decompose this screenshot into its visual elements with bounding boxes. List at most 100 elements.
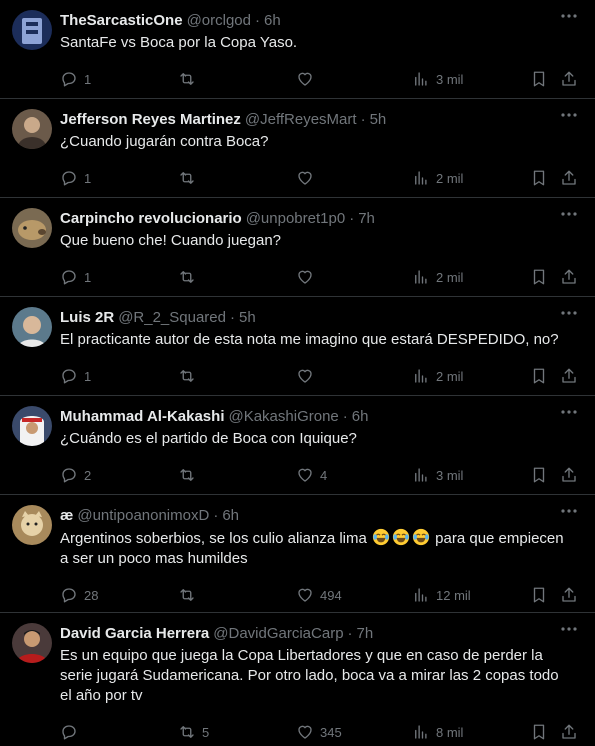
display-name[interactable]: Luis 2R xyxy=(60,309,114,326)
avatar[interactable] xyxy=(12,505,52,545)
more-icon[interactable] xyxy=(561,311,577,315)
retweet-button[interactable] xyxy=(178,367,202,385)
share-icon xyxy=(562,368,576,383)
more-icon[interactable] xyxy=(561,410,577,414)
display-name[interactable]: Jefferson Reyes Martinez xyxy=(60,111,241,128)
like-button[interactable] xyxy=(296,169,320,187)
retweet-button[interactable] xyxy=(178,466,202,484)
views-button[interactable]: 12 mil xyxy=(412,586,471,604)
more-icon[interactable] xyxy=(561,509,577,513)
share-button[interactable] xyxy=(560,466,578,484)
reply-button[interactable]: 28 xyxy=(60,586,98,604)
bookmark-icon xyxy=(533,71,545,87)
tweet[interactable]: Jefferson Reyes Martinez @JeffReyesMart … xyxy=(0,99,595,198)
retweet-button[interactable] xyxy=(178,70,202,88)
timestamp[interactable]: 7h xyxy=(357,625,374,642)
tweet-text: ¿Cuando jugarán contra Boca? xyxy=(60,133,269,150)
bookmark-button[interactable] xyxy=(530,466,548,484)
reply-button[interactable]: 2 xyxy=(60,466,91,484)
tweet[interactable]: Luis 2R @R_2_Squared · 5h El practicante… xyxy=(0,297,595,396)
user-handle[interactable]: @orclgod xyxy=(187,12,251,29)
reply-button[interactable]: 1 xyxy=(60,268,91,286)
like-button[interactable]: 4 xyxy=(296,466,327,484)
views-button[interactable]: 2 mil xyxy=(412,367,463,385)
reply-button[interactable]: 1 xyxy=(60,367,91,385)
retweet-button[interactable] xyxy=(178,268,202,286)
tweet-header: æ @untipoanonimoxD · 6h xyxy=(60,505,579,525)
views-button[interactable]: 2 mil xyxy=(412,169,463,187)
user-handle[interactable]: @KakashiGrone xyxy=(228,408,338,425)
retweet-icon xyxy=(180,271,194,283)
retweet-button[interactable] xyxy=(178,169,202,187)
bookmark-button[interactable] xyxy=(530,70,548,88)
avatar[interactable] xyxy=(12,307,52,347)
reply-button[interactable] xyxy=(60,723,84,741)
bookmark-icon xyxy=(533,368,545,384)
reply-button[interactable]: 1 xyxy=(60,169,91,187)
user-handle[interactable]: @DavidGarciaCarp xyxy=(213,625,343,642)
retweet-button[interactable] xyxy=(178,586,202,604)
like-button[interactable]: 345 xyxy=(296,723,342,741)
avatar[interactable] xyxy=(12,109,52,149)
bookmark-button[interactable] xyxy=(530,586,548,604)
bookmark-button[interactable] xyxy=(530,723,548,741)
views-button[interactable]: 2 mil xyxy=(412,268,463,286)
user-handle[interactable]: @R_2_Squared xyxy=(118,309,226,326)
bookmark-icon xyxy=(533,170,545,186)
more-icon[interactable] xyxy=(561,14,577,18)
views-button[interactable]: 3 mil xyxy=(412,466,463,484)
views-button[interactable]: 8 mil xyxy=(412,723,463,741)
reply-button[interactable]: 1 xyxy=(60,70,91,88)
display-name[interactable]: Muhammad Al-Kakashi xyxy=(60,408,224,425)
share-button[interactable] xyxy=(560,169,578,187)
like-button[interactable]: 494 xyxy=(296,586,342,604)
timestamp[interactable]: 5h xyxy=(239,309,256,326)
more-icon[interactable] xyxy=(561,627,577,631)
views-icon xyxy=(415,171,427,185)
tweet-text: SantaFe vs Boca por la Copa Yaso. xyxy=(60,34,298,51)
timestamp[interactable]: 6h xyxy=(222,507,239,524)
joy-emoji xyxy=(392,528,410,546)
tweet-header: Jefferson Reyes Martinez @JeffReyesMart … xyxy=(60,109,579,129)
tweet[interactable]: David Garcia Herrera @DavidGarciaCarp · … xyxy=(0,613,595,746)
user-handle[interactable]: @JeffReyesMart xyxy=(245,111,357,128)
views-button[interactable]: 3 mil xyxy=(412,70,463,88)
retweet-icon xyxy=(180,589,194,601)
timestamp[interactable]: 6h xyxy=(264,12,281,29)
tweet-text: Es un equipo que juega la Copa Libertado… xyxy=(60,647,559,704)
share-button[interactable] xyxy=(560,723,578,741)
user-handle[interactable]: @untipoanonimoxD xyxy=(77,507,209,524)
tweet[interactable]: Muhammad Al-Kakashi @KakashiGrone · 6h ¿… xyxy=(0,396,595,495)
tweet-header: Carpincho revolucionario @unpobret1p0 · … xyxy=(60,208,579,228)
avatar[interactable] xyxy=(12,406,52,446)
bookmark-button[interactable] xyxy=(530,268,548,286)
tweet[interactable]: TheSarcasticOne @orclgod · 6h SantaFe vs… xyxy=(0,0,595,99)
bookmark-button[interactable] xyxy=(530,367,548,385)
tweet[interactable]: æ @untipoanonimoxD · 6h Argentinos sober… xyxy=(0,495,595,613)
avatar[interactable] xyxy=(12,623,52,663)
timestamp[interactable]: 6h xyxy=(352,408,369,425)
display-name[interactable]: Carpincho revolucionario xyxy=(60,210,242,227)
like-button[interactable] xyxy=(296,70,320,88)
tweet[interactable]: Carpincho revolucionario @unpobret1p0 · … xyxy=(0,198,595,297)
display-name[interactable]: David Garcia Herrera xyxy=(60,625,209,642)
share-button[interactable] xyxy=(560,367,578,385)
timestamp[interactable]: 7h xyxy=(358,210,375,227)
share-button[interactable] xyxy=(560,586,578,604)
user-handle[interactable]: @unpobret1p0 xyxy=(246,210,345,227)
separator: · xyxy=(230,308,235,326)
display-name[interactable]: æ xyxy=(60,507,73,524)
more-icon[interactable] xyxy=(561,212,577,216)
like-button[interactable] xyxy=(296,367,320,385)
tweet-text-part: Argentinos soberbios, se los culio alian… xyxy=(60,530,371,547)
timestamp[interactable]: 5h xyxy=(370,111,387,128)
bookmark-button[interactable] xyxy=(530,169,548,187)
more-icon[interactable] xyxy=(561,113,577,117)
like-button[interactable] xyxy=(296,268,320,286)
retweet-button[interactable]: 5 xyxy=(178,723,209,741)
avatar[interactable] xyxy=(12,10,52,50)
share-button[interactable] xyxy=(560,268,578,286)
display-name[interactable]: TheSarcasticOne xyxy=(60,12,183,29)
share-button[interactable] xyxy=(560,70,578,88)
avatar[interactable] xyxy=(12,208,52,248)
